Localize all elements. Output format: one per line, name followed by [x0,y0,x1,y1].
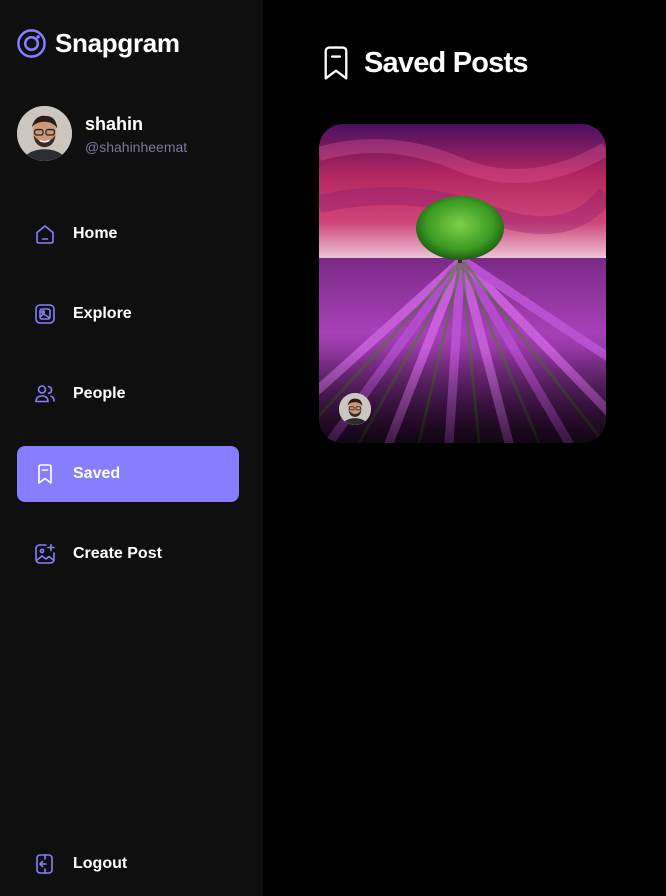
home-icon [36,225,54,244]
sidebar-item-explore[interactable]: Explore [17,286,239,342]
sidebar-nav: Home Explore People Saved Create Post [17,206,239,606]
explore-icon [35,304,55,324]
left-sidebar: Snapgram shahin @shahinheemat Home Explo… [0,0,263,896]
sidebar-item-create-post[interactable]: Create Post [17,526,239,582]
people-icon [35,385,55,403]
sidebar-item-label: Home [73,225,118,242]
logout-label: Logout [73,855,128,872]
sidebar-item-label: People [73,385,126,402]
camera-logo-icon [17,29,46,58]
post-creator-avatar[interactable] [339,393,371,425]
saved-post-card[interactable] [319,124,606,443]
gallery-add-icon [35,543,55,564]
logout-button[interactable]: Logout [17,836,239,892]
avatar [17,106,72,161]
app-name: Snapgram [55,28,180,58]
bookmark-icon [324,46,348,80]
main-content: Saved Posts [263,0,666,896]
app-logo[interactable]: Snapgram [16,28,180,59]
sidebar-item-label: Create Post [73,545,162,562]
sidebar-item-saved[interactable]: Saved [17,446,239,502]
page-title: Saved Posts [364,46,528,79]
profile-handle: @shahinheemat [85,138,188,155]
page-header: Saved Posts [320,45,528,81]
profile-text: shahin @shahinheemat [85,113,187,155]
sidebar-item-people[interactable]: People [17,366,239,422]
sidebar-item-label: Saved [73,465,121,482]
bookmark-icon [38,464,52,484]
user-profile[interactable]: shahin @shahinheemat [17,106,187,161]
sidebar-item-home[interactable]: Home [17,206,239,262]
sidebar-item-label: Explore [73,305,132,322]
logout-icon [36,854,53,874]
profile-name: shahin [85,113,144,134]
